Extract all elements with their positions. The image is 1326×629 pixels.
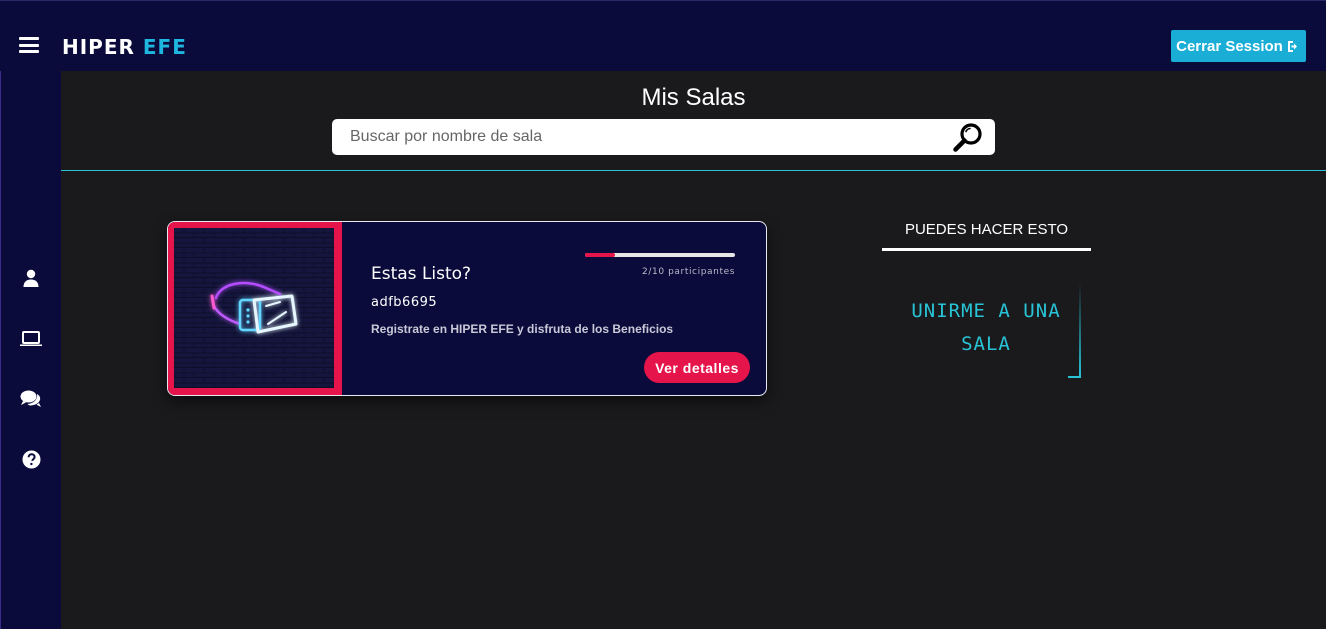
room-code: adfb6695	[371, 295, 438, 310]
room-card-image-frame	[168, 222, 342, 395]
room-description: Registrate en HIPER EFE y disfruta de lo…	[371, 322, 674, 336]
join-button-bracket-foot	[1068, 376, 1081, 378]
search-bar	[332, 119, 995, 155]
join-room-label-line1: UNIRME A UNA	[911, 300, 1061, 322]
user-icon[interactable]	[20, 268, 42, 288]
participants-progress-bar	[585, 253, 735, 257]
participants-progress-fill	[585, 253, 615, 257]
comments-icon[interactable]	[20, 389, 42, 409]
actions-heading-underline	[882, 248, 1091, 251]
actions-heading: PUEDES HACER ESTO	[904, 221, 1069, 238]
laptop-icon[interactable]	[20, 329, 42, 349]
join-room-label: UNIRME A UNA SALA	[896, 295, 1076, 361]
logout-label: Cerrar Session	[1176, 37, 1283, 55]
room-title: Estas Listo?	[371, 264, 472, 284]
top-navbar: HIPER EFE Cerrar Session	[0, 0, 1326, 71]
sidebar	[0, 71, 61, 629]
logo-accent-text: EFE	[142, 35, 187, 59]
header-divider	[61, 170, 1326, 171]
logout-button[interactable]: Cerrar Session	[1171, 30, 1306, 62]
vr-headset-image	[174, 228, 334, 388]
sign-out-icon	[1287, 40, 1297, 52]
view-details-button[interactable]: Ver detalles	[644, 352, 750, 383]
hamburger-menu-icon[interactable]	[19, 37, 39, 53]
room-card: 2/10 participantes Estas Listo? adfb6695…	[167, 221, 767, 396]
join-room-button[interactable]: UNIRME A UNA SALA	[896, 283, 1081, 378]
logo-main-text: HIPER	[62, 35, 135, 59]
participants-count: 2/10 participantes	[642, 267, 735, 277]
search-icon[interactable]	[952, 122, 984, 154]
search-input[interactable]	[350, 119, 940, 155]
page-title: Mis Salas	[641, 84, 746, 111]
app-logo[interactable]: HIPER EFE	[62, 35, 187, 59]
join-button-bracket	[1079, 283, 1081, 378]
question-icon[interactable]	[20, 449, 42, 469]
join-room-label-line2: SALA	[961, 333, 1011, 355]
